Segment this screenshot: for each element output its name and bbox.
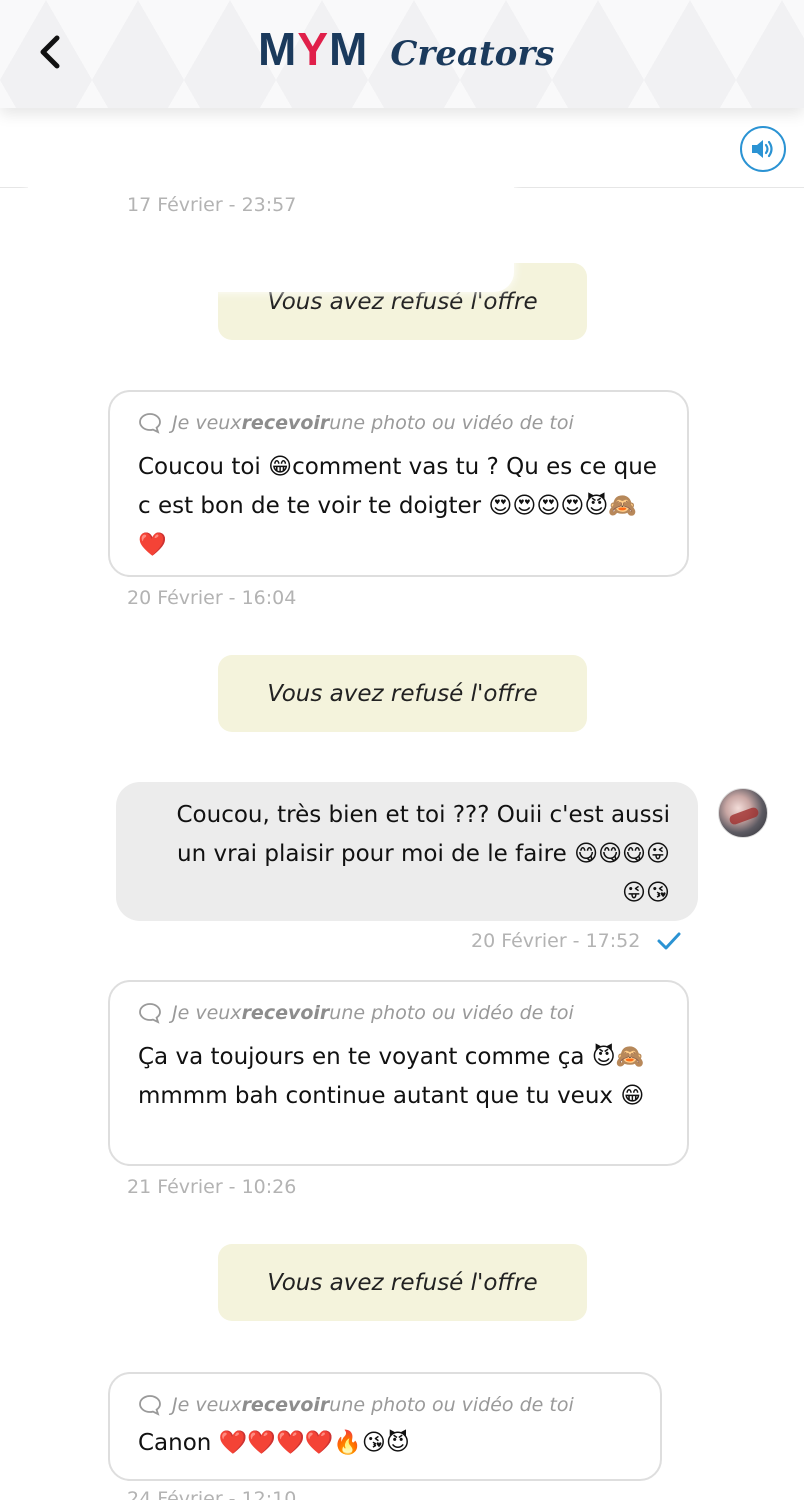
sound-toggle-button[interactable] [740, 126, 786, 172]
message-text: Ça va toujours en te voyant comme ça 😈🙈 … [138, 1044, 645, 1109]
incoming-request-bubble[interactable]: Je veux recevoir une photo ou vidéo de t… [108, 1372, 662, 1481]
request-header: Je veux recevoir une photo ou vidéo de t… [138, 1390, 632, 1420]
app-logo: MYM Creators [258, 22, 554, 76]
message-timestamp: 20 Février - 16:04 [127, 587, 297, 609]
offer-refused-notice: Vous avez refusé l'offre [218, 655, 587, 732]
message-text: Coucou, très bien et toi ??? Ouii c'est … [176, 802, 670, 906]
incoming-request-bubble[interactable]: Je veux recevoir une photo ou vidéo de t… [108, 390, 689, 577]
message-timestamp: 20 Février - 17:52 [471, 930, 641, 952]
app-header: MYM Creators [0, 0, 804, 108]
offer-refused-notice: Vous avez refusé l'offre [218, 1244, 587, 1321]
speaker-icon [752, 140, 773, 158]
outgoing-message-bubble[interactable]: Coucou, très bien et toi ??? Ouii c'est … [116, 782, 698, 921]
chat-bubble-icon [139, 1395, 161, 1416]
avatar[interactable] [718, 788, 768, 838]
conversation-bar [0, 108, 804, 292]
message-timestamp: 17 Février - 23:57 [127, 194, 297, 216]
chat-bubble-icon [139, 413, 161, 434]
chevron-left-icon [40, 35, 60, 69]
chat-bubble-icon [139, 1003, 161, 1024]
message-text: Coucou toi 😁comment vas tu ? Qu es ce qu… [138, 454, 657, 558]
read-check-icon [657, 932, 681, 950]
request-header: Je veux recevoir une photo ou vidéo de t… [138, 998, 659, 1028]
back-button[interactable] [28, 24, 72, 80]
message-timestamp: 21 Février - 10:26 [127, 1176, 297, 1198]
incoming-request-bubble[interactable]: Je veux recevoir une photo ou vidéo de t… [108, 980, 689, 1166]
message-text: Canon ❤️❤️❤️❤️🔥😘😈 [138, 1430, 410, 1456]
message-timestamp: 24 Février - 12:10 [127, 1488, 297, 1500]
request-header: Je veux recevoir une photo ou vidéo de t… [138, 408, 659, 438]
logo-mym: MYM [258, 23, 369, 75]
logo-creators: Creators [390, 34, 555, 74]
